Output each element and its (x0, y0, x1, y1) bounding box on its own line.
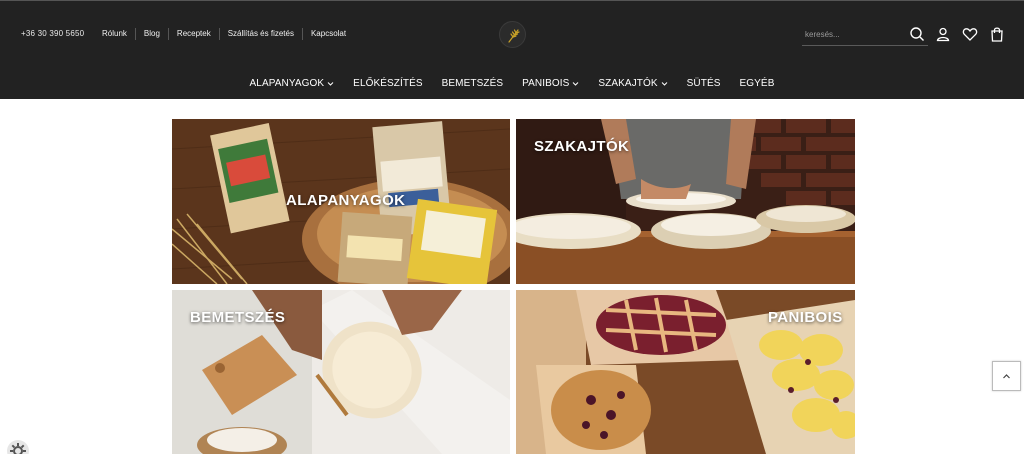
nav-item-label: ELŐKÉSZÍTÉS (353, 78, 423, 89)
main-navigation: ALAPANYAGOK ELŐKÉSZÍTÉS BEMETSZÉS PANIBOIS S… (0, 67, 1024, 100)
search-input[interactable] (802, 24, 902, 45)
nav-item-előkészítés[interactable]: ELŐKÉSZÍTÉS (353, 78, 422, 89)
tile-label-alapanyagok: ALAPANYAGOK (286, 192, 406, 209)
tile-label-panibois: PANIBOIS (768, 309, 843, 326)
search-icon[interactable] (909, 26, 925, 42)
nav-item-egyéb[interactable]: EGYÉB (740, 78, 775, 89)
user-icon[interactable] (935, 26, 951, 42)
nav-item-alapanyagok[interactable]: ALAPANYAGOK (250, 78, 335, 89)
category-tile-szakajtok[interactable]: SZAKAJTÓK (516, 119, 855, 284)
tile-label-bemetszes: BEMETSZÉS (190, 309, 286, 326)
chevron-down-icon (661, 82, 668, 86)
nav-item-szakajtók[interactable]: SZAKAJTÓK (598, 78, 668, 89)
link-blog[interactable]: Blog (134, 28, 168, 40)
site-logo[interactable] (499, 21, 526, 48)
top-bar: +36 30 390 5650 Rólunk Blog Receptek Szá… (0, 1, 1024, 67)
category-tile-panibois[interactable]: PANIBOIS (516, 290, 855, 454)
nav-item-label: PANIBOIS (522, 78, 570, 89)
link-receptek[interactable]: Receptek (167, 28, 219, 40)
site-header: +36 30 390 5650 Rólunk Blog Receptek Szá… (0, 0, 1024, 99)
nav-item-sütés[interactable]: SÜTÉS (687, 78, 721, 89)
cookie-settings-button[interactable] (7, 440, 29, 454)
tile-label-szakajtok: SZAKAJTÓK (534, 138, 630, 155)
chevron-up-icon (1003, 374, 1010, 379)
link-rolunk[interactable]: Rólunk (102, 28, 135, 40)
link-kapcsolat[interactable]: Kapcsolat (301, 28, 354, 40)
nav-item-label: EGYÉB (739, 78, 775, 89)
category-tile-bemetszes[interactable]: BEMETSZÉS (172, 290, 510, 454)
heart-icon[interactable] (962, 26, 978, 42)
category-tile-alapanyagok[interactable]: ALAPANYAGOK (172, 119, 510, 284)
cart-icon[interactable] (989, 26, 1005, 42)
chevron-down-icon (573, 82, 579, 86)
nav-item-label: SÜTÉS (686, 78, 721, 89)
nav-item-label: ALAPANYAGOK (249, 78, 325, 89)
nav-item-panibois[interactable]: PANIBOIS (522, 78, 579, 89)
phone-number[interactable]: +36 30 390 5650 (21, 29, 84, 38)
nav-item-label: BEMETSZÉS (441, 78, 504, 89)
nav-item-bemetszés[interactable]: BEMETSZÉS (442, 78, 503, 89)
link-szallitas[interactable]: Szállítás és fizetés (218, 28, 302, 40)
scroll-to-top-button[interactable] (992, 361, 1021, 391)
gear-icon (10, 443, 26, 454)
nav-item-label: SZAKAJTÓK (598, 78, 658, 89)
top-links: Rólunk Blog Receptek Szállítás és fizeté… (102, 28, 354, 40)
chevron-down-icon (327, 82, 334, 86)
